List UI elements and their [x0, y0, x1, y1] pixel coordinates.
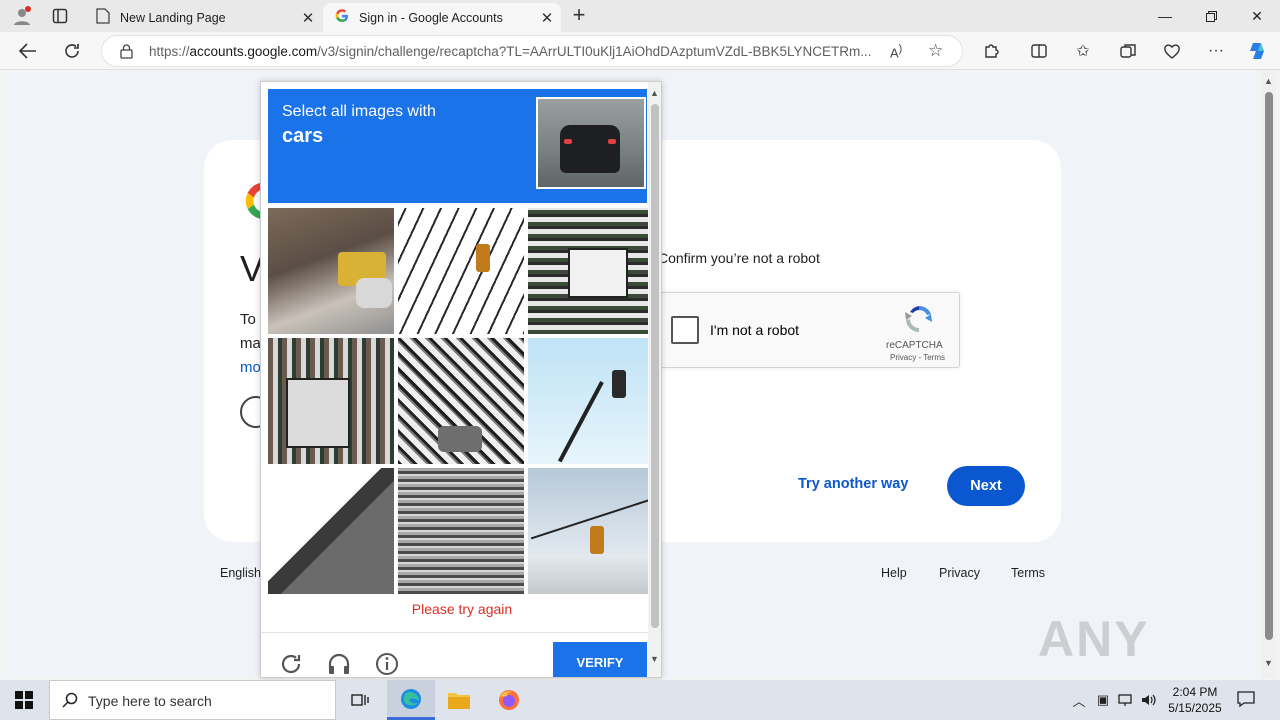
notification-icon[interactable]	[1236, 690, 1258, 710]
next-button[interactable]: Next	[947, 466, 1025, 506]
recaptcha-logo-icon	[903, 303, 935, 340]
search-placeholder: Type here to search	[88, 693, 212, 709]
taskbar-search-box[interactable]: Type here to search	[49, 680, 336, 720]
recaptcha-widget: I'm not a robot reCAPTCHA Privacy - Term…	[659, 292, 960, 368]
challenge-footer: VERIFY	[261, 632, 661, 677]
copilot-icon[interactable]	[1244, 38, 1272, 64]
split-screen-icon[interactable]	[1025, 38, 1053, 64]
recaptcha-terms-link[interactable]: Terms	[923, 353, 945, 362]
windows-start-icon[interactable]	[0, 680, 48, 720]
clock-date: 5/15/2025	[1168, 701, 1222, 715]
scroll-down-icon[interactable]: ▼	[650, 654, 659, 664]
system-clock[interactable]: 2:04 PM 5/15/2025	[1160, 684, 1230, 716]
image-tile[interactable]	[268, 468, 394, 594]
recaptcha-checkbox[interactable]	[671, 316, 699, 344]
challenge-image-grid	[268, 208, 654, 595]
minimize-icon[interactable]: —	[1142, 0, 1188, 32]
confirm-robot-label: Confirm you’re not a robot	[658, 250, 820, 266]
footer-help-link[interactable]: Help	[881, 566, 907, 580]
tab-label: Sign in - Google Accounts	[359, 10, 503, 25]
browser-essentials-icon[interactable]	[1158, 38, 1186, 64]
try-another-way-button[interactable]: Try another way	[798, 476, 908, 492]
scroll-thumb[interactable]	[1265, 92, 1273, 640]
car-illustration	[560, 125, 620, 173]
search-icon	[62, 692, 78, 713]
image-tile[interactable]	[398, 468, 524, 594]
file-explorer-icon[interactable]	[435, 680, 483, 720]
challenge-header: Select all images with cars	[268, 89, 647, 203]
recaptcha-links: Privacy - Terms	[890, 353, 945, 362]
verify-button[interactable]: VERIFY	[553, 642, 647, 677]
tab-sign-in-google-accounts[interactable]: Sign in - Google Accounts ✕	[323, 3, 561, 32]
refresh-icon[interactable]	[58, 38, 86, 64]
page-scrollbar[interactable]: ▲ ▼	[1262, 70, 1276, 678]
info-icon[interactable]	[374, 651, 400, 677]
anyrun-watermark: ANY RUN	[1038, 611, 1150, 678]
edge-app-icon[interactable]	[387, 680, 435, 720]
back-icon[interactable]	[14, 38, 42, 64]
url-path: /v3/signin/challenge/recaptcha?TL=AArrUL…	[317, 44, 872, 59]
windows-taskbar: Type here to search ︿ ▣ 2:04 PM 5/15/202…	[0, 680, 1280, 720]
new-tab-button[interactable]: +	[566, 4, 592, 27]
image-tile[interactable]	[528, 338, 654, 464]
recaptcha-privacy-link[interactable]: Privacy	[890, 353, 916, 362]
scroll-up-icon[interactable]: ▲	[650, 88, 659, 98]
scroll-thumb[interactable]	[651, 104, 659, 628]
description-line: ma	[240, 335, 261, 352]
extensions-icon[interactable]	[977, 38, 1005, 64]
browser-toolbar: https://accounts.google.com/v3/signin/ch…	[0, 32, 1280, 70]
address-bar[interactable]: https://accounts.google.com/v3/signin/ch…	[101, 35, 963, 67]
favorites-icon[interactable]: ✩	[1069, 38, 1097, 64]
url-prefix: https://	[149, 44, 190, 59]
challenge-error-message: Please try again	[411, 601, 513, 617]
task-view-icon[interactable]	[336, 680, 384, 720]
url-host: accounts.google.com	[189, 44, 318, 59]
firefox-icon[interactable]	[485, 680, 533, 720]
close-tab-icon[interactable]: ✕	[533, 9, 561, 27]
profile-icon[interactable]	[8, 4, 36, 28]
language-selector[interactable]: English	[220, 566, 261, 580]
collections-icon[interactable]	[1114, 38, 1142, 64]
recaptcha-brand: reCAPTCHA	[886, 340, 943, 351]
favorite-star-icon[interactable]: ☆	[928, 41, 943, 61]
audio-challenge-icon[interactable]	[326, 651, 352, 677]
image-tile[interactable]	[528, 208, 654, 334]
learn-more-link[interactable]: mo	[240, 359, 261, 376]
google-g-icon	[335, 9, 349, 26]
tab-new-landing-page[interactable]: New Landing Page ✕	[84, 3, 322, 32]
clock-time: 2:04 PM	[1172, 685, 1218, 699]
image-tile[interactable]	[528, 468, 654, 594]
network-icon[interactable]	[1117, 691, 1135, 709]
url-text[interactable]: https://accounts.google.com/v3/signin/ch…	[149, 44, 884, 59]
challenge-target: cars	[282, 125, 324, 147]
page-icon	[96, 8, 110, 27]
close-tab-icon[interactable]: ✕	[294, 9, 322, 27]
tab-actions-icon[interactable]	[46, 4, 74, 28]
footer-terms-link[interactable]: Terms	[1011, 566, 1045, 580]
tab-label: New Landing Page	[120, 10, 226, 25]
tray-overflow-icon[interactable]: ︿	[1070, 691, 1088, 709]
challenge-prompt: Select all images with	[282, 103, 436, 120]
captcha-challenge-popup: Select all images with cars Please try a…	[260, 81, 662, 678]
scroll-down-icon[interactable]: ▼	[1264, 658, 1273, 668]
image-tile[interactable]	[268, 208, 394, 334]
image-tile[interactable]	[268, 338, 394, 464]
recaptcha-label: I'm not a robot	[710, 322, 800, 338]
reload-challenge-icon[interactable]	[278, 651, 304, 677]
footer-privacy-link[interactable]: Privacy	[939, 566, 980, 580]
tray-device-icon[interactable]: ▣	[1094, 691, 1112, 709]
scroll-up-icon[interactable]: ▲	[1264, 76, 1273, 86]
sample-image	[536, 97, 646, 189]
close-window-icon[interactable]: ✕	[1234, 0, 1280, 32]
image-tile[interactable]	[398, 338, 524, 464]
challenge-scrollbar[interactable]: ▲ ▼	[648, 82, 661, 677]
read-aloud-icon[interactable]: A)	[890, 43, 902, 60]
description-line: To	[240, 311, 256, 328]
volume-icon[interactable]	[1140, 691, 1158, 709]
tab-strip: New Landing Page ✕ Sign in - Google Acco…	[0, 0, 1280, 32]
image-tile[interactable]	[398, 208, 524, 334]
lock-icon[interactable]	[120, 44, 133, 64]
restore-icon[interactable]	[1188, 0, 1234, 32]
more-menu-icon[interactable]: ···	[1202, 38, 1230, 64]
